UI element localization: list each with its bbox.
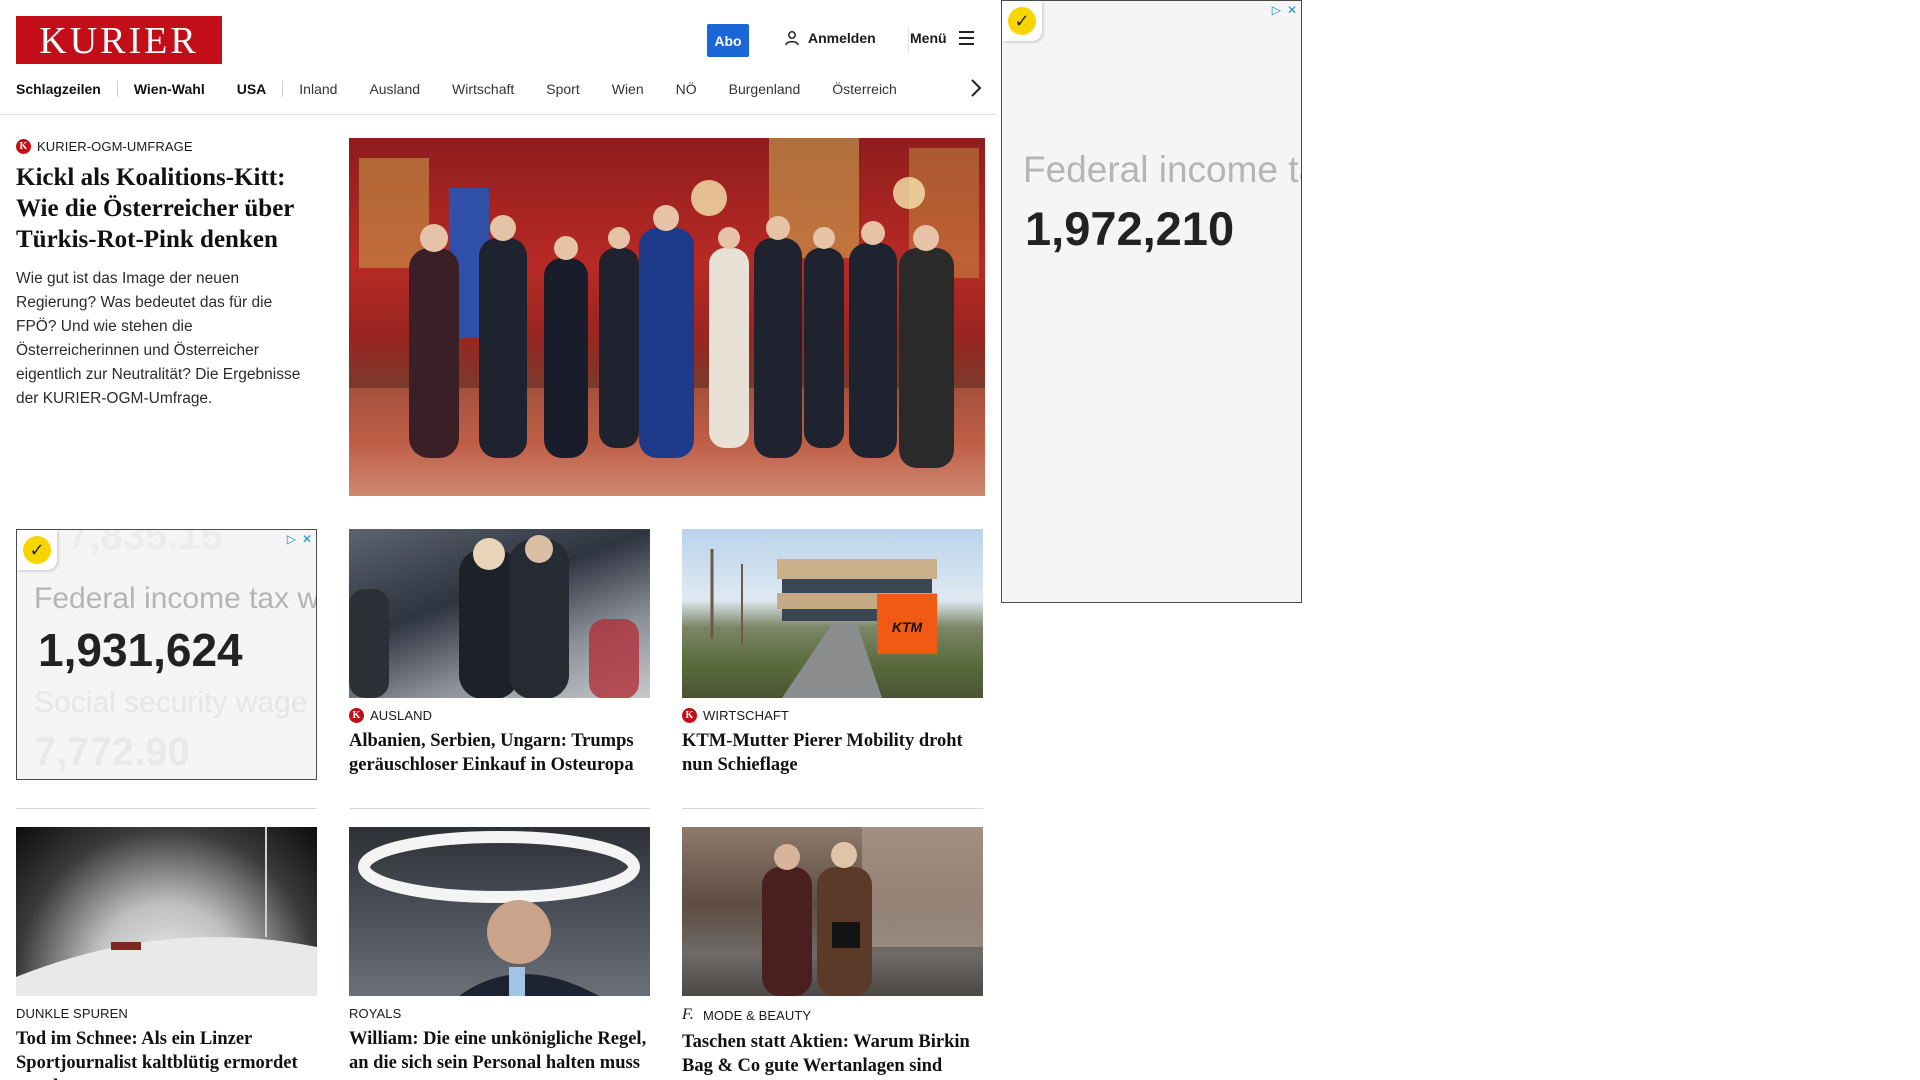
article-card[interactable]: K AUSLAND Albanien, Serbien, Ungarn: Tru… — [349, 529, 650, 777]
article-card[interactable]: KTM K WIRTSCHAFT KTM-Mutter Pierer Mobil… — [682, 529, 983, 777]
article-kicker: K WIRTSCHAFT — [682, 708, 983, 723]
login-button[interactable]: Anmelden — [784, 30, 876, 46]
ad-controls: ▷ ✕ — [287, 532, 312, 546]
ktm-sign-text: KTM — [892, 619, 923, 635]
crowd-photo — [349, 535, 639, 698]
ad-number: 1,931,624 — [38, 624, 243, 676]
ad-ghost-number: 7,772.90 — [34, 730, 190, 774]
article-kicker: ROYALS — [349, 1006, 650, 1021]
menu-divider — [908, 26, 909, 54]
article-headline[interactable]: KTM-Mutter Pierer Mobility droht nun Sch… — [682, 729, 983, 777]
ad-check-icon: ✓ — [17, 530, 57, 570]
nav-item-noe[interactable]: NÖ — [660, 81, 713, 97]
lead-headline[interactable]: Kickl als Koalitions-Kitt: Wie die Öster… — [16, 162, 316, 255]
kurier-plus-icon: K — [349, 708, 364, 723]
site-header: KURIER Abo Anmelden Menü Schlagzeilen Wi… — [0, 0, 996, 115]
lead-kicker: K KURIER-OGM-UMFRAGE — [16, 139, 316, 154]
street-style-photo — [762, 827, 983, 996]
article-headline[interactable]: William: Die eine unkönigliche Regel, an… — [349, 1027, 650, 1075]
article-kicker-label: ROYALS — [349, 1006, 402, 1021]
article-thumbnail[interactable] — [682, 827, 983, 996]
sidebar-ad[interactable]: ✓ ▷ ✕ Federal income ta 1,972,210 — [1001, 0, 1302, 603]
chevron-right-icon[interactable] — [970, 78, 982, 98]
article-kicker-label: WIRTSCHAFT — [703, 708, 789, 723]
article-kicker: DUNKLE SPUREN — [16, 1006, 317, 1021]
article-kicker-label: MODE & BEAUTY — [703, 1007, 812, 1023]
nav-item-burgenland[interactable]: Burgenland — [713, 81, 817, 97]
nav-item-ausland[interactable]: Ausland — [353, 81, 436, 97]
section-nav: Schlagzeilen Wien-Wahl USA Inland Auslan… — [16, 80, 913, 98]
adchoices-icon[interactable]: ▷ — [1272, 3, 1281, 17]
nav-item-wien[interactable]: Wien — [596, 81, 660, 97]
article-kicker-label: DUNKLE SPUREN — [16, 1006, 128, 1021]
ktm-building-photo: KTM — [710, 549, 937, 698]
lead-teaser: Wie gut ist das Image der neuen Regierun… — [16, 270, 301, 407]
menu-label: Menü — [910, 30, 947, 46]
row-divider — [16, 808, 317, 809]
nav-item-schlagzeilen[interactable]: Schlagzeilen — [16, 81, 117, 97]
row-divider — [682, 808, 983, 809]
ad-number: 1,972,210 — [1025, 202, 1235, 255]
user-icon — [785, 31, 799, 46]
nav-item-sport[interactable]: Sport — [530, 81, 595, 97]
inline-ad[interactable]: 7,835.15 ✓ ▷ ✕ Federal income tax w 1,93… — [16, 529, 317, 780]
kurier-logo[interactable]: KURIER — [16, 16, 222, 64]
ad-label: Federal income tax w — [34, 582, 317, 615]
snow-scene-photo — [16, 827, 317, 996]
hamburger-icon — [958, 31, 974, 45]
ad-controls: ▷ ✕ — [1272, 3, 1297, 17]
article-thumbnail[interactable] — [349, 529, 650, 698]
government-group-photo — [349, 138, 985, 496]
close-icon[interactable]: ✕ — [302, 532, 312, 546]
article-headline[interactable]: Tod im Schnee: Als ein Linzer Sportjourn… — [16, 1027, 317, 1080]
ad-ghost-label: Social security wage — [34, 686, 308, 719]
lead-kicker-label: KURIER-OGM-UMFRAGE — [37, 139, 193, 154]
prince-william-photo — [358, 831, 640, 996]
row-divider — [349, 808, 650, 809]
nav-item-oesterreich[interactable]: Österreich — [816, 81, 913, 97]
article-thumbnail[interactable]: KTM — [682, 529, 983, 698]
article-kicker-label: AUSLAND — [370, 708, 433, 723]
lead-story[interactable]: K KURIER-OGM-UMFRAGE Kickl als Koalition… — [16, 139, 316, 411]
article-headline[interactable]: Albanien, Serbien, Ungarn: Trumps geräus… — [349, 729, 650, 777]
login-label: Anmelden — [808, 30, 876, 46]
menu-button[interactable]: Menü — [910, 30, 974, 46]
nav-item-wirtschaft[interactable]: Wirtschaft — [436, 81, 530, 97]
freizeit-icon: f. — [682, 1006, 694, 1023]
close-icon[interactable]: ✕ — [1287, 3, 1297, 17]
article-thumbnail[interactable] — [16, 827, 317, 996]
abo-button[interactable]: Abo — [707, 24, 749, 57]
article-kicker: f. MODE & BEAUTY — [682, 1006, 983, 1024]
kurier-plus-icon: K — [16, 139, 31, 154]
article-thumbnail[interactable] — [349, 827, 650, 996]
adchoices-icon[interactable]: ▷ — [287, 532, 296, 546]
nav-item-wien-wahl[interactable]: Wien-Wahl — [118, 81, 221, 97]
ad-label: Federal income ta — [1023, 149, 1302, 190]
article-kicker: K AUSLAND — [349, 708, 650, 723]
ad-check-icon: ✓ — [1002, 1, 1042, 41]
article-card[interactable]: DUNKLE SPUREN Tod im Schnee: Als ein Lin… — [16, 827, 317, 1080]
ad-ghost-number: 7,835.15 — [67, 529, 223, 558]
nav-item-inland[interactable]: Inland — [283, 81, 353, 97]
nav-item-usa[interactable]: USA — [221, 81, 283, 97]
kurier-plus-icon: K — [682, 708, 697, 723]
article-card[interactable]: ROYALS William: Die eine unkönigliche Re… — [349, 827, 650, 1075]
lead-photo[interactable] — [349, 138, 985, 496]
article-headline[interactable]: Taschen statt Aktien: Warum Birkin Bag &… — [682, 1030, 983, 1078]
article-card[interactable]: f. MODE & BEAUTY Taschen statt Aktien: W… — [682, 827, 983, 1078]
